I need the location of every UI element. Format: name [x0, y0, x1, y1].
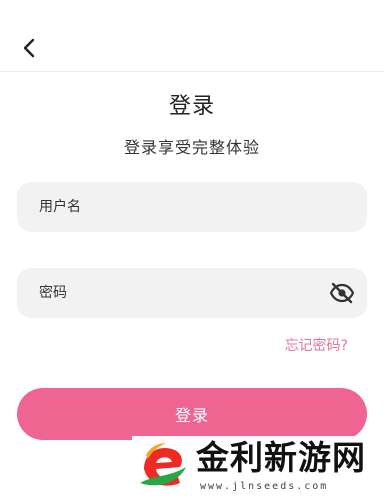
- watermark-name: 金利新游网: [196, 438, 366, 477]
- watermark-url: www.jlnseeds.com: [200, 481, 329, 492]
- username-input[interactable]: [17, 182, 367, 232]
- chevron-left-icon: [23, 38, 35, 58]
- watermark-overlay: 金利新游网 www.jlnseeds.com: [132, 436, 384, 500]
- page-title: 登录: [168, 94, 215, 119]
- password-visibility-toggle[interactable]: [329, 281, 355, 305]
- login-button[interactable]: 登录: [17, 388, 367, 440]
- top-bar: [0, 0, 384, 72]
- password-input[interactable]: [17, 268, 367, 318]
- back-button[interactable]: [16, 34, 44, 62]
- page-subtitle: 登录享受完整体验: [123, 138, 260, 157]
- forgot-password-link[interactable]: 忘记密码?: [285, 335, 348, 355]
- eye-off-icon: [329, 282, 355, 304]
- username-field-container: [17, 182, 367, 232]
- password-field-container: [17, 268, 367, 318]
- watermark-logo-icon: [140, 443, 186, 486]
